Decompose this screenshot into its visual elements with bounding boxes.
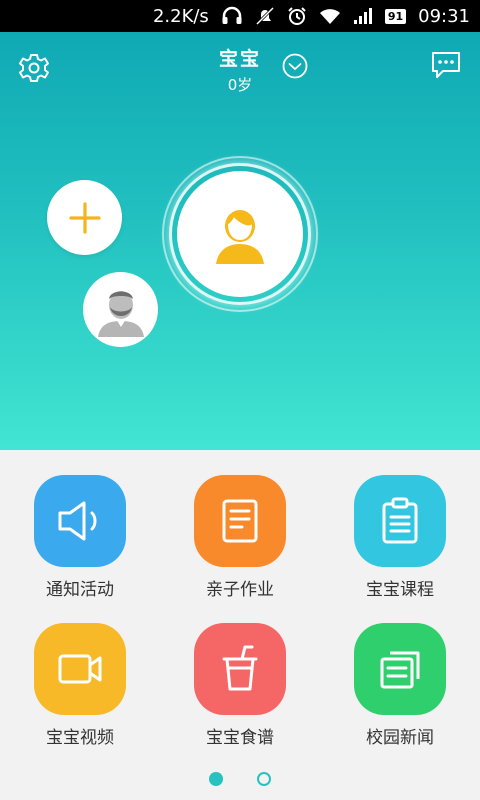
- tile-label: 亲子作业: [206, 580, 274, 600]
- tile-label: 宝宝食谱: [206, 728, 274, 748]
- tile-campus-news[interactable]: 校园新闻: [320, 598, 480, 748]
- speaker-icon: [34, 475, 126, 567]
- man-avatar-icon: [97, 290, 144, 337]
- messages-button[interactable]: [430, 50, 462, 80]
- tile-notice-activities[interactable]: 通知活动: [0, 450, 160, 600]
- page-dot-1[interactable]: [209, 772, 223, 786]
- child-avatar[interactable]: [177, 171, 303, 297]
- headphones-icon: [221, 6, 243, 26]
- tile-label: 通知活动: [46, 580, 114, 600]
- tile-parent-homework[interactable]: 亲子作业: [160, 450, 320, 600]
- child-avatar-icon: [216, 210, 264, 264]
- signal-icon: [353, 7, 373, 25]
- plus-icon: [68, 201, 101, 234]
- tile-baby-courses[interactable]: 宝宝课程: [320, 450, 480, 600]
- video-camera-icon: [34, 623, 126, 715]
- wifi-icon: [319, 7, 341, 25]
- notifications-off-icon: [255, 6, 275, 26]
- page-indicator: [0, 768, 480, 790]
- switch-child-button[interactable]: [282, 53, 308, 79]
- clock: 09:31: [418, 5, 470, 27]
- news-icon: [354, 623, 446, 715]
- tile-baby-recipes[interactable]: 宝宝食谱: [160, 598, 320, 748]
- add-family-member-button[interactable]: [47, 180, 122, 255]
- document-icon: [194, 475, 286, 567]
- tile-baby-videos[interactable]: 宝宝视频: [0, 598, 160, 748]
- child-age: 0岁: [227, 76, 253, 94]
- chat-bubble-icon: [432, 52, 460, 78]
- battery-indicator: 91: [384, 8, 407, 24]
- tile-label: 宝宝课程: [366, 580, 434, 600]
- alarm-icon: [287, 6, 307, 26]
- child-info: 宝宝 0岁: [0, 44, 480, 95]
- child-name: 宝宝: [218, 48, 261, 70]
- network-speed: 2.2K/s: [152, 5, 209, 27]
- page-dot-2[interactable]: [257, 772, 271, 786]
- clipboard-icon: [354, 475, 446, 567]
- cup-icon: [194, 623, 286, 715]
- profile-header: 宝宝 0岁: [0, 32, 480, 450]
- status-bar: 2.2K/s 91 09:31: [0, 0, 480, 32]
- chevron-down-circle-icon: [282, 53, 308, 79]
- tile-label: 校园新闻: [366, 728, 434, 748]
- tile-label: 宝宝视频: [46, 728, 114, 748]
- feature-grid: 通知活动 亲子作业 宝宝课程 宝宝视频 宝宝食谱 校园新闻: [0, 450, 480, 760]
- family-member-avatar[interactable]: [83, 272, 158, 347]
